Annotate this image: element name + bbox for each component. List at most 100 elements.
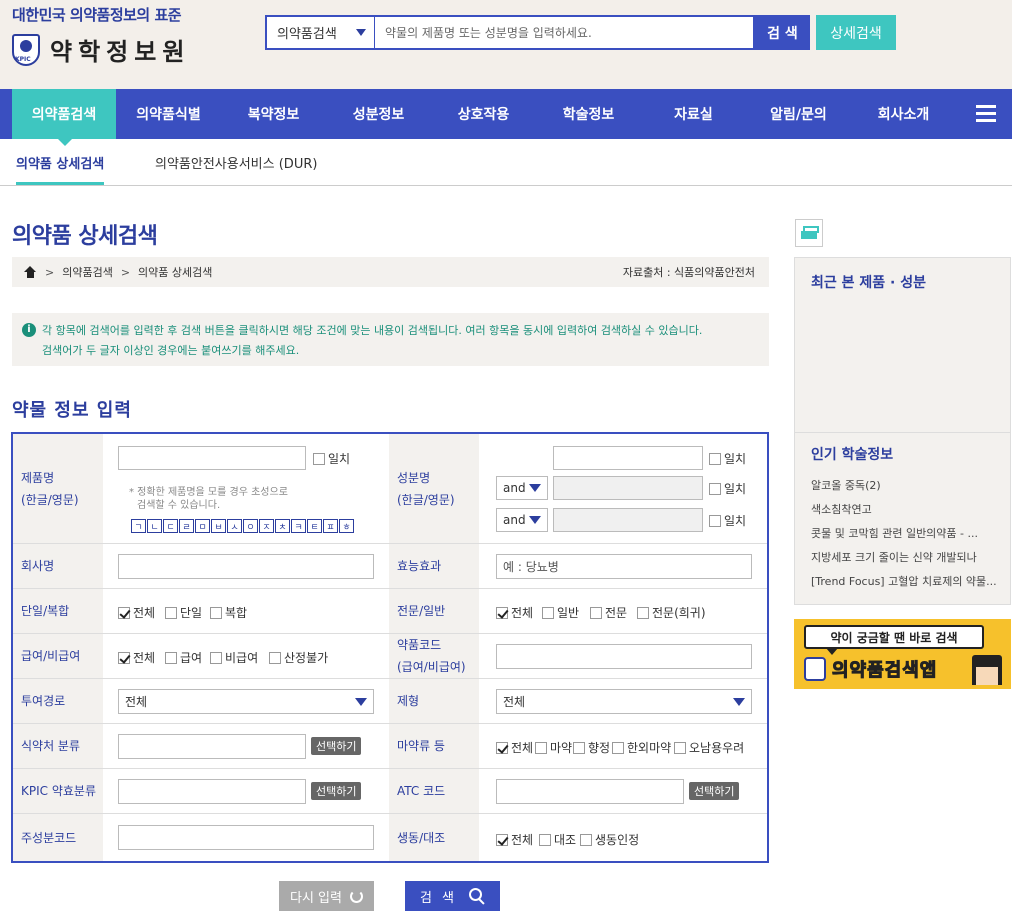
nav-item-medication-info[interactable]: 복약정보 [221, 89, 326, 139]
single-checkbox[interactable]: 단일 [165, 604, 202, 621]
exempt-narcotic-checkbox[interactable]: 한외마약 [612, 739, 671, 756]
jamo-button[interactable]: ㅈ [259, 519, 274, 533]
jamo-button[interactable]: ㄹ [179, 519, 194, 533]
main-ingredient-code-input[interactable] [118, 825, 374, 850]
search-input[interactable] [375, 17, 753, 48]
pay-all-checkbox[interactable]: 전체 [118, 649, 155, 666]
app-banner[interactable]: 약이 궁금할 땐 바로 검색 의약품검색앱 [794, 619, 1011, 689]
professional-checkbox[interactable]: 전문 [590, 604, 627, 621]
nav-item-library[interactable]: 자료실 [641, 89, 746, 139]
misuse-checkbox[interactable]: 오남용우려 [674, 739, 744, 756]
jamo-button[interactable]: ㄷ [163, 519, 178, 533]
home-icon[interactable] [24, 266, 37, 278]
print-icon[interactable] [795, 219, 823, 247]
atc-code-label: ATC 코드 [389, 769, 479, 813]
tab-detail-search[interactable]: 의약품 상세검색 [16, 153, 105, 185]
ingredient-exact-checkbox[interactable]: 일치 [709, 512, 746, 529]
and-operator-select[interactable]: and [496, 476, 548, 500]
pay-checkbox[interactable]: 급여 [165, 649, 202, 666]
product-name-label: 제품명 (한글/영문) [13, 434, 103, 543]
jamo-button[interactable]: ㅊ [275, 519, 290, 533]
dosage-form-select[interactable]: 전체 [496, 689, 752, 714]
jamo-button[interactable]: ㄱ [131, 519, 146, 533]
complex-checkbox[interactable]: 복합 [210, 604, 247, 621]
narcotic-all-checkbox[interactable]: 전체 [496, 739, 533, 756]
kpic-class-input[interactable] [118, 779, 306, 804]
pay-label: 급여/비급여 [13, 634, 103, 678]
popular-item[interactable]: [Trend Focus] 고혈압 치료제의 약물... [811, 573, 1001, 589]
general-checkbox[interactable]: 일반 [542, 604, 579, 621]
unpriced-checkbox[interactable]: 산정불가 [269, 649, 328, 666]
popular-item[interactable]: 알코올 중독(2) [811, 477, 1001, 493]
breadcrumb-item[interactable]: 의약품검색 [62, 264, 113, 280]
jamo-button[interactable]: ㅅ [227, 519, 242, 533]
nav-item-notice[interactable]: 알림/문의 [746, 89, 851, 139]
form-search-button[interactable]: 검 색 [405, 881, 500, 911]
efficacy-input[interactable]: 예 : 당뇨병 [496, 554, 752, 579]
initial-consonant-buttons: ㄱ ㄴ ㄷ ㄹ ㅁ ㅂ ㅅ ㅇ ㅈ ㅊ ㅋ ㅌ ㅍ ㅎ [131, 519, 355, 533]
jamo-button[interactable]: ㅍ [323, 519, 338, 533]
page-title: 의약품 상세검색 [12, 224, 158, 249]
product-name-input[interactable] [118, 446, 306, 470]
nav-item-interaction[interactable]: 상호작용 [431, 89, 536, 139]
ingredient-input-3[interactable] [553, 508, 703, 532]
jamo-button[interactable]: ㅂ [211, 519, 226, 533]
drug-code-input[interactable] [496, 644, 752, 669]
popular-item[interactable]: 콧물 및 코막힘 관련 일반의약품 - ... [811, 525, 1001, 541]
efficacy-label: 효능효과 [389, 544, 479, 588]
form-row: KPIC 약효분류 선택하기 ATC 코드 선택하기 [13, 769, 767, 814]
jamo-button[interactable]: ㅁ [195, 519, 210, 533]
site-logo[interactable]: KPIC 약학정보원 [12, 32, 190, 67]
form-row: 투여경로 전체 제형 전체 [13, 679, 767, 724]
chevron-right-icon: > [120, 265, 131, 279]
bioeq-all-checkbox[interactable]: 전체 [496, 831, 533, 848]
nav-item-academic[interactable]: 학술정보 [536, 89, 641, 139]
popular-item[interactable]: 색소침착연고 [811, 501, 1001, 517]
route-select[interactable]: 전체 [118, 689, 374, 714]
pro-all-checkbox[interactable]: 전체 [496, 604, 533, 621]
site-tagline: 대한민국 의약품정보의 표준 [12, 6, 182, 24]
nav-item-ingredient-info[interactable]: 성분정보 [326, 89, 431, 139]
kpic-class-label: KPIC 약효분류 [13, 769, 103, 813]
chevron-down-icon [529, 516, 541, 524]
jamo-button[interactable]: ㅌ [307, 519, 322, 533]
atc-pick-button[interactable]: 선택하기 [689, 782, 740, 800]
and-operator-select[interactable]: and [496, 508, 548, 532]
psychotropic-checkbox[interactable]: 향정 [573, 739, 610, 756]
reset-button[interactable]: 다시 입력 [279, 881, 374, 911]
advanced-search-button[interactable]: 상세검색 [816, 15, 896, 50]
chevron-right-icon: > [45, 265, 55, 279]
popular-item[interactable]: 지방세포 크기 줄이는 신약 개발되나 [811, 549, 1001, 565]
section-title: 약물 정보 입력 [12, 400, 132, 421]
jamo-button[interactable]: ㄴ [147, 519, 162, 533]
company-input[interactable] [118, 554, 374, 579]
nav-item-drug-search[interactable]: 의약품검색 [12, 89, 116, 146]
ingredient-input-2[interactable] [553, 476, 703, 500]
mfds-pick-button[interactable]: 선택하기 [311, 737, 362, 755]
reference-checkbox[interactable]: 대조 [539, 831, 576, 848]
jamo-button[interactable]: ㅎ [339, 519, 354, 533]
rare-checkbox[interactable]: 전문(희귀) [637, 604, 706, 621]
kpic-pick-button[interactable]: 선택하기 [311, 782, 362, 800]
menu-icon[interactable] [976, 105, 996, 123]
ingredient-exact-checkbox[interactable]: 일치 [709, 450, 746, 467]
recent-title: 최근 본 제품 · 성분 [811, 275, 926, 291]
ingredient-input-1[interactable] [553, 446, 703, 470]
atc-code-input[interactable] [496, 779, 684, 804]
tab-dur[interactable]: 의약품안전사용서비스 (DUR) [155, 153, 317, 172]
form-row: 제품명 (한글/영문) 일치 * 정확한 제품명을 모를 경우 초성으로 검색할 수… [13, 434, 767, 544]
product-exact-checkbox[interactable]: 일치 [313, 450, 350, 467]
nav-item-company[interactable]: 회사소개 [851, 89, 956, 139]
narcotic-checkbox[interactable]: 마약 [535, 739, 572, 756]
jamo-button[interactable]: ㅋ [291, 519, 306, 533]
single-all-checkbox[interactable]: 전체 [118, 604, 155, 621]
search-button[interactable]: 검 색 [755, 15, 810, 50]
nonpay-checkbox[interactable]: 비급여 [210, 649, 258, 666]
ingredient-exact-checkbox[interactable]: 일치 [709, 480, 746, 497]
jamo-button[interactable]: ㅇ [243, 519, 258, 533]
site-header: 대한민국 의약품정보의 표준 KPIC 약학정보원 의약품검색 검 색 상세검색 [0, 0, 1012, 89]
search-category-select[interactable]: 의약품검색 [267, 17, 375, 48]
bioeq-approved-checkbox[interactable]: 생동인정 [580, 831, 639, 848]
nav-item-drug-identify[interactable]: 의약품식별 [116, 89, 221, 139]
mfds-class-input[interactable] [118, 734, 306, 759]
